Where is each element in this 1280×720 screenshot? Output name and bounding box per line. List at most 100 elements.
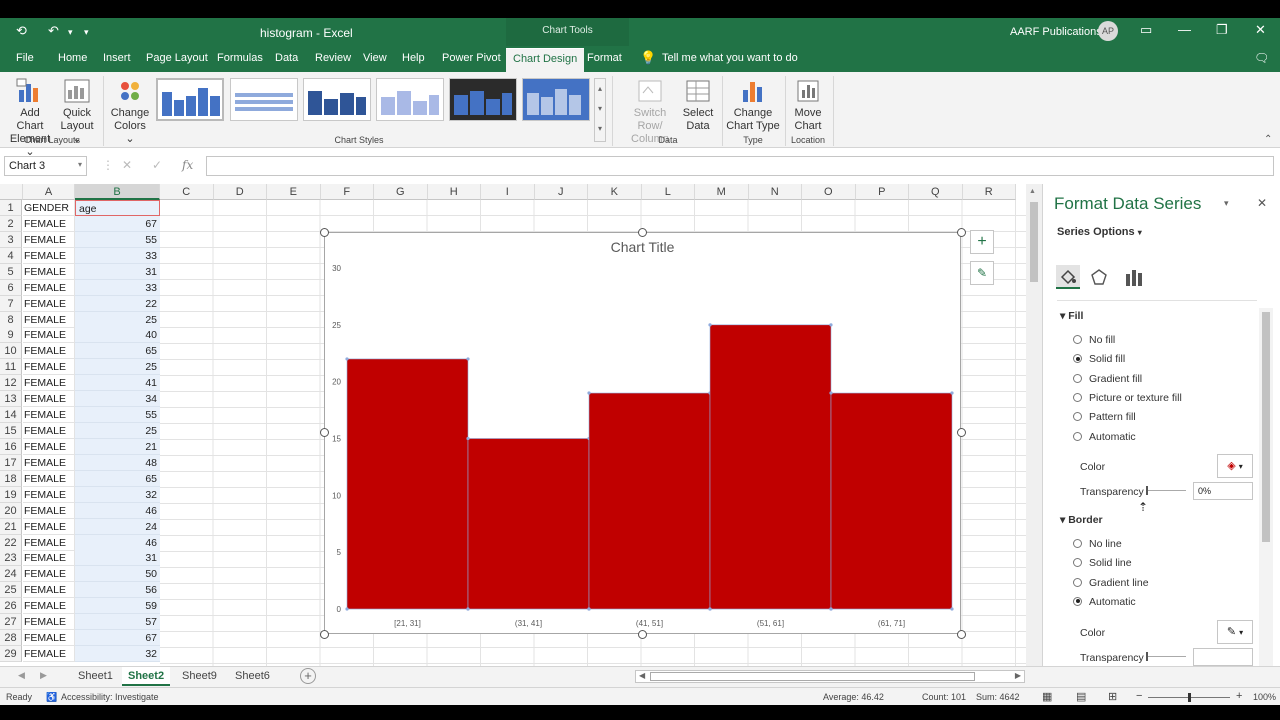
histogram-bar[interactable] xyxy=(830,392,953,610)
row-header[interactable]: 29 xyxy=(0,646,22,663)
table-cell-age[interactable]: 56 xyxy=(75,582,160,599)
table-cell-gender[interactable]: FEMALE xyxy=(23,375,75,392)
fill-option-gradient-fill[interactable]: Gradient fill xyxy=(1073,373,1142,385)
row-header[interactable]: 25 xyxy=(0,582,22,599)
zoom-slider[interactable] xyxy=(1148,693,1230,702)
tab-power-pivot[interactable]: Power Pivot xyxy=(442,52,501,64)
radio-icon[interactable] xyxy=(1073,335,1082,344)
table-cell-gender[interactable]: FEMALE xyxy=(23,311,75,328)
row-header[interactable]: 19 xyxy=(0,486,22,503)
row-header[interactable]: 26 xyxy=(0,598,22,615)
user-name[interactable]: AARF Publications xyxy=(1010,26,1102,38)
table-cell-age[interactable]: 46 xyxy=(75,502,160,519)
row-header[interactable]: 4 xyxy=(0,247,22,264)
table-cell-gender[interactable]: FEMALE xyxy=(23,614,75,631)
table-cell-gender[interactable]: FEMALE xyxy=(23,359,75,376)
border-option-no-line[interactable]: No line xyxy=(1073,538,1122,550)
resize-handle-right[interactable] xyxy=(957,428,966,437)
tab-insert[interactable]: Insert xyxy=(103,52,131,64)
fill-transparency-input[interactable]: 0% xyxy=(1193,482,1253,500)
border-transparency-thumb[interactable] xyxy=(1146,652,1148,661)
fill-color-picker[interactable]: ◈ ▾ xyxy=(1217,454,1253,478)
series-options-tab[interactable] xyxy=(1124,268,1144,289)
chart-styles-brush-icon[interactable]: ✎ xyxy=(970,261,994,285)
column-header-k[interactable]: K xyxy=(588,184,642,200)
table-cell-age[interactable]: 33 xyxy=(75,279,160,296)
table-cell-age[interactable]: 34 xyxy=(75,391,160,408)
table-cell-age[interactable]: 65 xyxy=(75,343,160,360)
cell-b1[interactable]: age xyxy=(75,200,160,216)
table-cell-gender[interactable]: FEMALE xyxy=(23,486,75,503)
row-header[interactable]: 8 xyxy=(0,311,22,328)
sheet-tab-4[interactable]: Sheet6 xyxy=(229,667,276,686)
radio-icon[interactable] xyxy=(1073,539,1082,548)
radio-icon[interactable] xyxy=(1073,412,1082,422)
table-cell-age[interactable]: 57 xyxy=(75,614,160,631)
cancel-icon[interactable]: ✕ xyxy=(122,158,132,172)
row-header[interactable]: 18 xyxy=(0,470,22,487)
table-cell-age[interactable]: 55 xyxy=(75,407,160,424)
chart-styles-scroll[interactable]: ▴ ▾ ▾ xyxy=(594,78,606,142)
table-cell-age[interactable]: 59 xyxy=(75,598,160,615)
series-options-dropdown[interactable]: Series Options ▾ xyxy=(1057,226,1142,238)
pane-scrollbar[interactable] xyxy=(1259,308,1273,666)
chart-style-thumb-5[interactable] xyxy=(449,78,517,121)
column-header-h[interactable]: H xyxy=(427,184,481,200)
table-cell-gender[interactable]: FEMALE xyxy=(23,454,75,471)
table-cell-age[interactable]: 32 xyxy=(75,646,160,663)
resize-handle-bottom[interactable] xyxy=(638,630,647,639)
scroll-right-icon[interactable]: ▶ xyxy=(1015,671,1021,680)
histogram-bar[interactable] xyxy=(346,358,469,610)
border-transparency-input[interactable] xyxy=(1193,648,1253,666)
formula-input[interactable] xyxy=(206,156,1274,176)
row-header[interactable]: 6 xyxy=(0,279,22,296)
histogram-chart[interactable]: Chart Title 0 5 10 15 20 25 30 [21, 31] (31, 41]… xyxy=(324,232,961,634)
row-header[interactable]: 1 xyxy=(0,200,22,216)
row-header[interactable]: 2 xyxy=(0,215,22,232)
tab-file[interactable]: File xyxy=(16,52,34,64)
border-section-header[interactable]: ▾ Border xyxy=(1060,514,1103,526)
zoom-in-icon[interactable]: + xyxy=(1236,690,1242,702)
column-header-f[interactable]: F xyxy=(320,184,374,200)
table-cell-gender[interactable]: FEMALE xyxy=(23,518,75,535)
row-header[interactable]: 16 xyxy=(0,438,22,455)
fill-option-pattern-fill[interactable]: Pattern fill xyxy=(1073,411,1136,423)
row-header[interactable]: 28 xyxy=(0,630,22,647)
resize-handle-bl[interactable] xyxy=(320,630,329,639)
customize-toolbar-icon[interactable]: ▾ xyxy=(84,27,89,38)
chart-plot-area[interactable]: 0 5 10 15 20 25 30 [21, 31] (31, 41] (41, 51] (51,… xyxy=(325,233,960,633)
table-cell-age[interactable]: 55 xyxy=(75,231,160,248)
fill-section-header[interactable]: ▾ Fill xyxy=(1060,310,1083,322)
row-header[interactable]: 11 xyxy=(0,359,22,376)
table-cell-gender[interactable]: FEMALE xyxy=(23,407,75,424)
column-header-n[interactable]: N xyxy=(748,184,802,200)
table-cell-gender[interactable]: FEMALE xyxy=(23,391,75,408)
table-cell-age[interactable]: 41 xyxy=(75,375,160,392)
status-average[interactable]: Average: 46.42 xyxy=(823,692,884,702)
table-cell-gender[interactable]: FEMALE xyxy=(23,502,75,519)
border-transparency-slider[interactable] xyxy=(1146,652,1186,661)
column-header-l[interactable]: L xyxy=(641,184,695,200)
close-icon[interactable]: ✕ xyxy=(1255,22,1266,38)
radio-icon[interactable] xyxy=(1073,431,1082,441)
table-cell-age[interactable]: 50 xyxy=(75,566,160,583)
table-cell-gender[interactable]: FEMALE xyxy=(23,470,75,487)
pane-options-dropdown-icon[interactable]: ▾ xyxy=(1224,198,1229,209)
row-header[interactable]: 13 xyxy=(0,391,22,408)
row-header[interactable]: 17 xyxy=(0,454,22,471)
table-cell-gender[interactable]: FEMALE xyxy=(23,263,75,280)
table-cell-age[interactable]: 65 xyxy=(75,470,160,487)
resize-handle-tl[interactable] xyxy=(320,228,329,237)
hscroll-thumb[interactable] xyxy=(650,672,975,681)
column-header-i[interactable]: I xyxy=(481,184,535,200)
row-header[interactable]: 9 xyxy=(0,327,22,344)
table-cell-age[interactable]: 33 xyxy=(75,247,160,264)
table-cell-gender[interactable]: FEMALE xyxy=(23,534,75,551)
change-chart-type-button[interactable]: Change Chart Type xyxy=(726,78,780,133)
tab-data[interactable]: Data xyxy=(275,52,298,64)
table-cell-gender[interactable]: FEMALE xyxy=(23,566,75,583)
table-cell-age[interactable]: 22 xyxy=(75,295,160,312)
row-header[interactable]: 7 xyxy=(0,295,22,312)
tab-formulas[interactable]: Formulas xyxy=(217,52,263,64)
insert-function-icon[interactable]: fx xyxy=(182,158,193,172)
